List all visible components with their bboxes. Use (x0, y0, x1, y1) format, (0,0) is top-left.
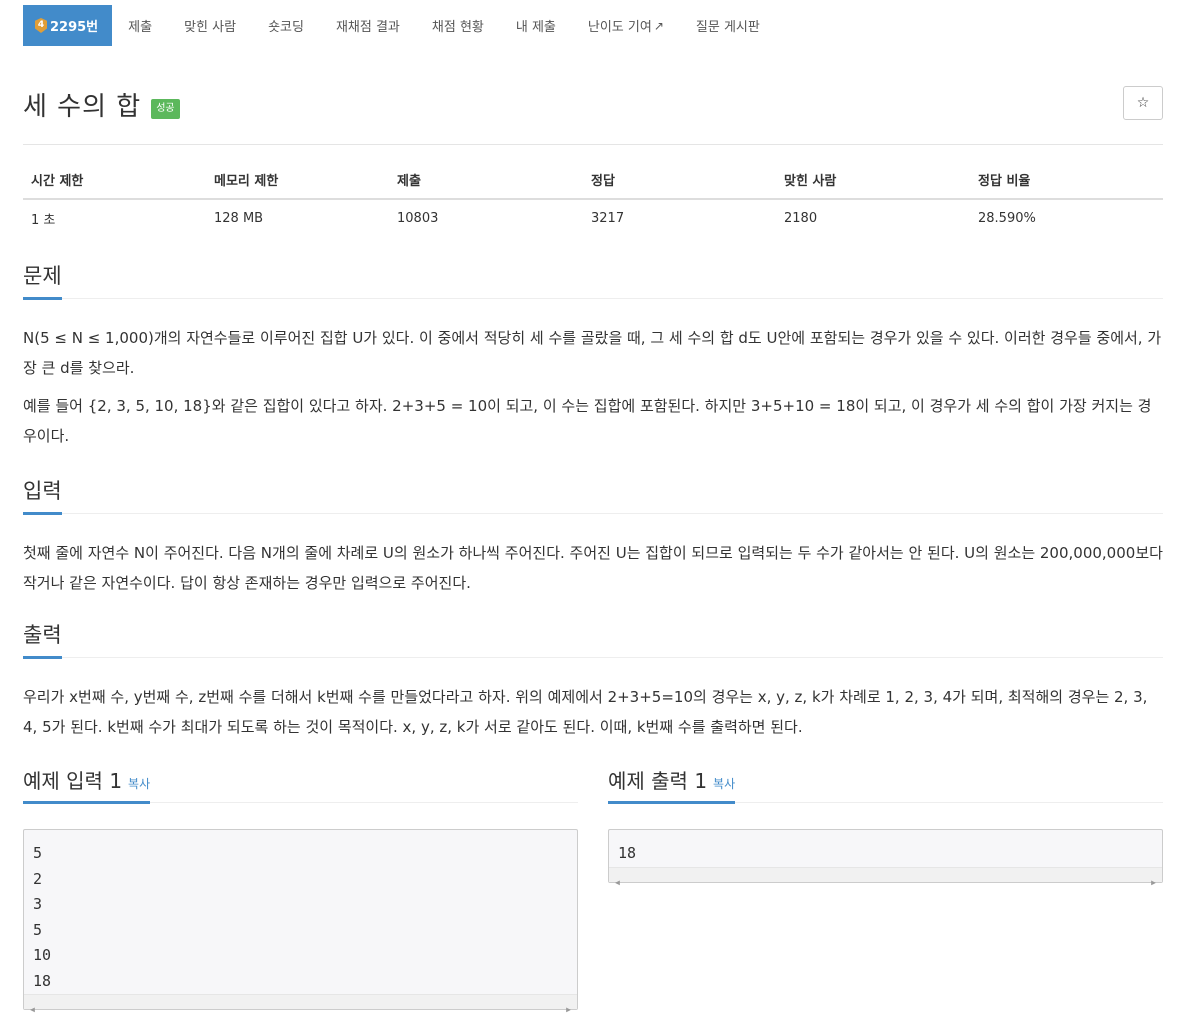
time-limit-value: 1 초 (31, 213, 56, 228)
solved-users-header: 맞힌 사람 (776, 162, 970, 200)
accepted-header: 정답 (583, 162, 776, 200)
memory-limit-value: 128 MB (214, 211, 264, 226)
sample-output-title: 예제 출력 1 (608, 769, 708, 793)
scroll-left-icon[interactable]: ◀ (615, 870, 620, 896)
submissions-value: 10803 (397, 211, 439, 226)
section-header: 예제 입력 1 복사 (23, 765, 578, 804)
problem-heading: 문제 (23, 260, 62, 300)
output-heading: 출력 (23, 619, 62, 659)
sample-output-section: 예제 출력 1 복사 18 ◀ ▶ (608, 765, 1163, 887)
accept-ratio-header: 정답 비율 (970, 162, 1163, 200)
horizontal-scrollbar[interactable]: ◀ ▶ (24, 994, 577, 1014)
problem-description: N(5 ≤ N ≤ 1,000)개의 자연수들로 이루어진 집합 U가 있다. … (23, 323, 1163, 451)
scroll-right-icon[interactable]: ▶ (566, 997, 571, 1023)
sample-input-content: 5 2 3 5 10 18 (33, 844, 52, 990)
sample-input-section: 예제 입력 1 복사 5 2 3 5 10 18 ◀ ▶ (23, 765, 578, 1014)
accept-ratio-value: 28.590% (978, 211, 1036, 226)
scroll-left-icon[interactable]: ◀ (30, 997, 35, 1023)
input-heading: 입력 (23, 475, 62, 515)
problem-info-table: 시간 제한 메모리 제한 제출 정답 맞힌 사람 정답 비율 1 초 128 M… (23, 162, 1163, 237)
accepted-value: 3217 (591, 211, 625, 226)
tab-judge-status[interactable]: 채점 현황 (416, 5, 500, 46)
sample-input-box[interactable]: 5 2 3 5 10 18 ◀ ▶ (23, 829, 578, 1014)
tab-label: 난이도 기여 (587, 20, 652, 35)
divider (23, 144, 1163, 145)
section-header: 출력 (23, 619, 1163, 659)
tier-badge-icon: 4 (35, 18, 47, 33)
sample-output-heading: 예제 출력 1 복사 (608, 765, 736, 804)
section-header: 문제 (23, 260, 1163, 300)
tab-my-submissions[interactable]: 내 제출 (500, 5, 572, 46)
tab-question-board[interactable]: 질문 게시판 (680, 5, 776, 46)
memory-limit-header: 메모리 제한 (206, 162, 389, 200)
scroll-right-icon[interactable]: ▶ (1151, 870, 1156, 896)
tab-solved-users[interactable]: 맞힌 사람 (168, 5, 252, 46)
problem-section: 문제 N(5 ≤ N ≤ 1,000)개의 자연수들로 이루어진 집합 U가 있… (23, 260, 1163, 451)
tab-difficulty-contribution[interactable]: 난이도 기여 ↗ (572, 5, 680, 46)
horizontal-scrollbar[interactable]: ◀ ▶ (609, 866, 1162, 887)
tab-problem-number[interactable]: 4 2295번 (23, 5, 113, 46)
tab-submit[interactable]: 제출 (112, 5, 168, 46)
status-badge: 성공 (151, 98, 180, 119)
copy-sample-input-button[interactable]: 복사 (128, 777, 150, 791)
tab-short-coding[interactable]: 숏코딩 (252, 5, 320, 46)
table-header-row: 시간 제한 메모리 제한 제출 정답 맞힌 사람 정답 비율 (23, 162, 1163, 200)
star-icon: ☆ (1136, 95, 1150, 111)
section-header: 입력 (23, 475, 1163, 515)
sample-input-heading: 예제 입력 1 복사 (23, 765, 151, 804)
time-limit-header: 시간 제한 (23, 162, 206, 200)
favorite-star-button[interactable]: ☆ (1123, 86, 1163, 120)
submissions-header: 제출 (389, 162, 583, 200)
output-paragraph: 우리가 x번째 수, y번째 수, z번째 수를 더해서 k번째 수를 만들었다… (23, 688, 1148, 736)
output-description: 우리가 x번째 수, y번째 수, z번째 수를 더해서 k번째 수를 만들었다… (23, 682, 1163, 742)
problem-tabs: 4 2295번 제출 맞힌 사람 숏코딩 재채점 결과 채점 현황 내 제출 난… (23, 5, 776, 46)
tab-label: 2295번 (50, 20, 99, 35)
section-header: 예제 출력 1 복사 (608, 765, 1163, 804)
problem-paragraph: 예를 들어 {2, 3, 5, 10, 18}와 같은 집합이 있다고 하자. … (23, 397, 1152, 445)
input-description: 첫째 줄에 자연수 N이 주어진다. 다음 N개의 줄에 차례로 U의 원소가 … (23, 538, 1163, 598)
input-section: 입력 첫째 줄에 자연수 N이 주어진다. 다음 N개의 줄에 차례로 U의 원… (23, 475, 1163, 598)
problem-paragraph: N(5 ≤ N ≤ 1,000)개의 자연수들로 이루어진 집합 U가 있다. … (23, 329, 1162, 377)
external-link-icon: ↗ (653, 18, 664, 33)
tab-rejudge-results[interactable]: 재채점 결과 (320, 5, 416, 46)
table-row: 1 초 128 MB 10803 3217 2180 28.590% (23, 199, 1163, 237)
solved-users-value: 2180 (784, 211, 818, 226)
sample-output-box[interactable]: 18 ◀ ▶ (608, 829, 1163, 887)
page-title: 세 수의 합 (23, 92, 142, 122)
sample-input-title: 예제 입력 1 (23, 769, 123, 793)
input-paragraph: 첫째 줄에 자연수 N이 주어진다. 다음 N개의 줄에 차례로 U의 원소가 … (23, 544, 1163, 592)
problem-title-row: 세 수의 합 성공 (23, 86, 180, 123)
copy-sample-output-button[interactable]: 복사 (713, 777, 735, 791)
sample-output-content: 18 (618, 844, 637, 862)
output-section: 출력 우리가 x번째 수, y번째 수, z번째 수를 더해서 k번째 수를 만… (23, 619, 1163, 742)
problem-page: 4 2295번 제출 맞힌 사람 숏코딩 재채점 결과 채점 현황 내 제출 난… (0, 0, 1195, 1032)
